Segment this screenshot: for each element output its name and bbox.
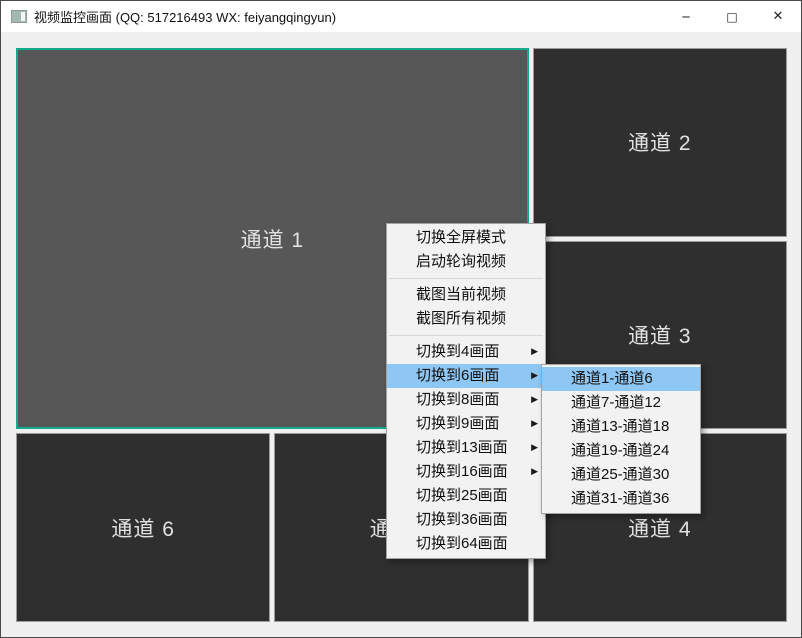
submenu-item-ch13-ch18[interactable]: 通道13-通道18: [542, 415, 700, 439]
channel-panel-2[interactable]: 通道 2: [533, 48, 787, 237]
channel-label-1: 通道 1: [241, 224, 305, 254]
menu-item-switch-64[interactable]: 切换到64画面: [387, 532, 545, 556]
menu-item-label: 通道13-通道18: [571, 418, 669, 435]
menu-item-label: 切换到36画面: [416, 511, 508, 528]
menu-item-label: 截图所有视频: [416, 310, 506, 327]
title-bar[interactable]: 视频监控画面 (QQ: 517216493 WX: feiyangqingyun…: [1, 1, 801, 32]
menu-item-switch-16[interactable]: 切换到16画面 ▶: [387, 460, 545, 484]
submenu-item-ch7-ch12[interactable]: 通道7-通道12: [542, 391, 700, 415]
menu-item-label: 切换到25画面: [416, 487, 508, 504]
menu-item-label: 切换全屏模式: [416, 229, 506, 246]
submenu-item-ch19-ch24[interactable]: 通道19-通道24: [542, 439, 700, 463]
submenu-item-ch31-ch36[interactable]: 通道31-通道36: [542, 487, 700, 511]
menu-item-snapshot-current[interactable]: 截图当前视频: [387, 283, 545, 307]
menu-item-label: 通道19-通道24: [571, 442, 669, 459]
app-window: 视频监控画面 (QQ: 517216493 WX: feiyangqingyun…: [0, 0, 802, 638]
submenu-arrow-icon: ▶: [531, 340, 538, 364]
channel-label-3: 通道 3: [628, 320, 692, 350]
submenu-arrow-icon: ▶: [531, 388, 538, 412]
submenu-arrow-icon: ▶: [531, 460, 538, 484]
menu-item-toggle-fullscreen[interactable]: 切换全屏模式: [387, 226, 545, 250]
menu-item-switch-4[interactable]: 切换到4画面 ▶: [387, 340, 545, 364]
menu-item-start-polling[interactable]: 启动轮询视频: [387, 250, 545, 274]
submenu-arrow-icon: ▶: [531, 364, 538, 388]
menu-item-label: 切换到16画面: [416, 463, 508, 480]
window-title: 视频监控画面 (QQ: 517216493 WX: feiyangqingyun…: [34, 7, 336, 26]
menu-item-label: 切换到8画面: [416, 391, 499, 408]
channel-label-6: 通道 6: [111, 513, 175, 543]
submenu-item-ch1-ch6[interactable]: 通道1-通道6: [542, 367, 700, 391]
submenu-item-ch25-ch30[interactable]: 通道25-通道30: [542, 463, 700, 487]
menu-item-label: 切换到6画面: [416, 367, 499, 384]
channel-label-2: 通道 2: [628, 127, 692, 157]
close-button[interactable]: ✕: [755, 1, 801, 32]
menu-item-switch-8[interactable]: 切换到8画面 ▶: [387, 388, 545, 412]
menu-item-switch-25[interactable]: 切换到25画面: [387, 484, 545, 508]
menu-item-label: 通道7-通道12: [571, 394, 661, 411]
maximize-button[interactable]: □: [709, 1, 755, 32]
app-icon-pane: [21, 12, 25, 21]
menu-item-snapshot-all[interactable]: 截图所有视频: [387, 307, 545, 331]
menu-item-label: 截图当前视频: [416, 286, 506, 303]
channel-panel-6[interactable]: 通道 6: [16, 433, 270, 622]
menu-item-label: 切换到64画面: [416, 535, 508, 552]
menu-separator: [389, 335, 543, 336]
menu-item-label: 通道31-通道36: [571, 490, 669, 507]
app-icon: [11, 10, 27, 23]
context-menu: 切换全屏模式 启动轮询视频 截图当前视频 截图所有视频 切换到4画面 ▶ 切换到…: [386, 223, 546, 559]
channels-submenu: 通道1-通道6 通道7-通道12 通道13-通道18 通道19-通道24 通道2…: [541, 364, 701, 514]
menu-item-switch-13[interactable]: 切换到13画面 ▶: [387, 436, 545, 460]
menu-item-label: 切换到9画面: [416, 415, 499, 432]
submenu-arrow-icon: ▶: [531, 436, 538, 460]
submenu-arrow-icon: ▶: [531, 412, 538, 436]
window-controls: ─ □ ✕: [663, 1, 801, 32]
channel-label-4: 通道 4: [628, 513, 692, 543]
menu-item-switch-9[interactable]: 切换到9画面 ▶: [387, 412, 545, 436]
menu-separator: [389, 278, 543, 279]
menu-item-label: 启动轮询视频: [416, 253, 506, 270]
minimize-button[interactable]: ─: [663, 1, 709, 32]
menu-item-switch-36[interactable]: 切换到36画面: [387, 508, 545, 532]
menu-item-label: 通道25-通道30: [571, 466, 669, 483]
menu-item-label: 切换到4画面: [416, 343, 499, 360]
menu-item-label: 通道1-通道6: [571, 370, 653, 387]
menu-item-switch-6[interactable]: 切换到6画面 ▶: [387, 364, 545, 388]
menu-item-label: 切换到13画面: [416, 439, 508, 456]
